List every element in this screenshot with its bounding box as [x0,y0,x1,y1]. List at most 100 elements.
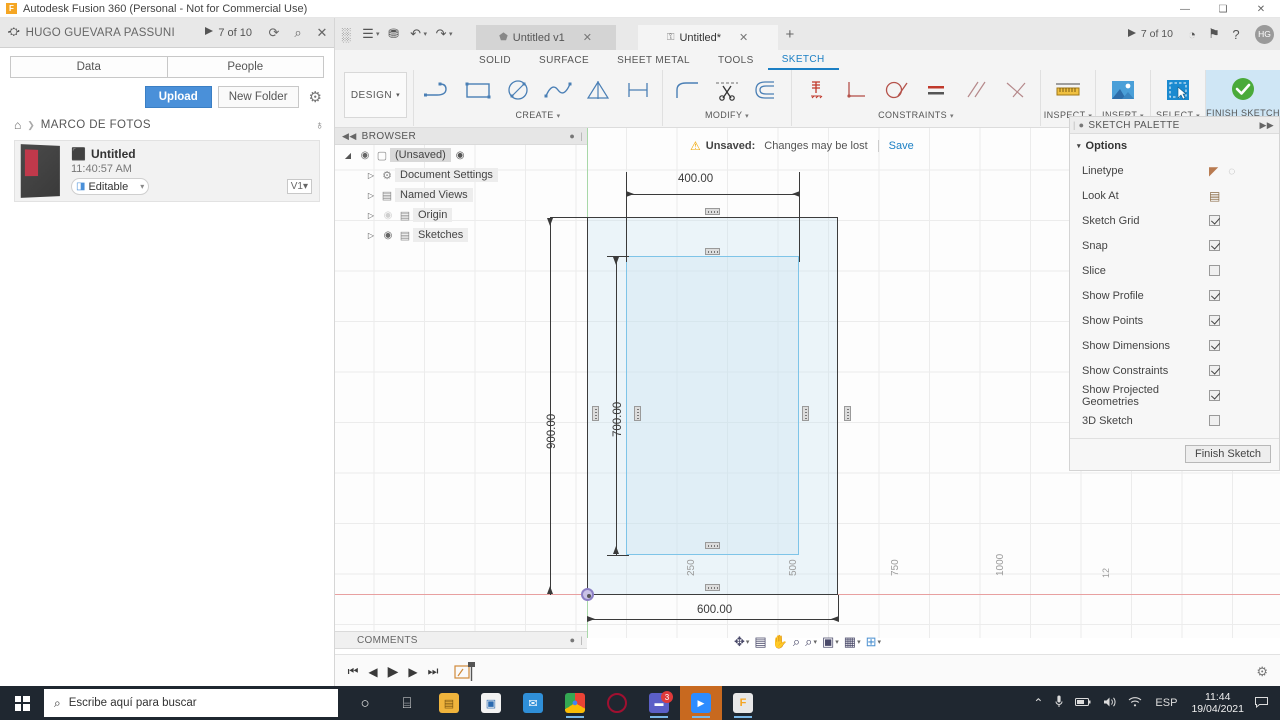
save-icon[interactable]: ⛃ [383,18,405,50]
horizontal-vertical-constraint-icon[interactable] [836,71,876,109]
checkbox-sketch-grid[interactable] [1209,215,1220,226]
tab-tools[interactable]: TOOLS [704,51,768,70]
microphone-icon[interactable] [1049,695,1069,711]
timeline-feature-sketch[interactable] [453,660,479,684]
insert-image-icon[interactable] [1100,71,1146,109]
constraint-glyph[interactable] [705,584,720,591]
minimize-button[interactable]: — [1166,0,1204,18]
tab-sheet-metal[interactable]: SHEET METAL [603,51,704,70]
dimension-400[interactable]: 400.00 [678,173,713,185]
browser-row-document-settings[interactable]: ▷ ⚙ Document Settings [335,165,587,185]
constraint-glyph[interactable] [844,406,851,421]
orbit-icon[interactable]: ✥ ▾ [732,634,751,650]
taskbar-app-mail[interactable]: ✉ [512,686,554,720]
checkbox-slice[interactable] [1209,265,1220,276]
expand-arrow-icon[interactable]: ▷ [363,231,379,240]
browser-row-sketches[interactable]: ▷ ◉ ▤ Sketches [335,225,587,245]
checkbox-show-dimensions[interactable] [1209,340,1220,351]
constraint-glyph[interactable] [802,406,809,421]
cortana-button[interactable]: ○ [344,686,386,720]
activate-component-icon[interactable]: ◉ [456,150,465,161]
trim-tool-icon[interactable] [707,71,747,109]
visibility-icon[interactable]: ◉ [379,210,397,221]
tab-solid[interactable]: SOLID [465,51,525,70]
chevron-down-icon[interactable]: ▾ [140,182,144,191]
checkbox-show-profile[interactable] [1209,290,1220,301]
list-item[interactable]: ⬛ Untitled 11:40:57 AM ◨ Editable ▾ V1▾ [14,140,320,202]
checkbox-3d-sketch[interactable] [1209,415,1220,426]
expand-arrow-icon[interactable]: ▷ [363,191,379,200]
browser-row-named-views[interactable]: ▷ ▤ Named Views [335,185,587,205]
grid-settings-icon[interactable]: ▦ ▾ [842,634,863,650]
search-input[interactable]: ⌕ Escribe aquí para buscar [44,689,338,717]
taskbar-app-microsoft-store[interactable]: ▣ [470,686,512,720]
viewports-icon[interactable]: ⊞ ▾ [864,634,883,650]
upload-button[interactable]: Upload [144,86,212,108]
centerline-linetype-icon[interactable]: ◌ [1228,164,1235,178]
display-settings-icon[interactable]: ▣ ▾ [820,634,841,650]
drag-handle-icon[interactable]: | [1070,120,1079,130]
parallel-constraint-icon[interactable] [956,71,996,109]
select-tool-icon[interactable] [1155,71,1201,109]
app-grid-icon[interactable]: ░ [335,18,357,50]
notification-bell-icon[interactable]: ⚑ [1203,18,1225,50]
constraint-glyph[interactable] [592,406,599,421]
resize-grip-icon[interactable]: | [580,131,587,141]
browser-menu-icon[interactable]: ● [569,131,580,141]
taskbar-app-fusion360[interactable]: F [722,686,764,720]
save-link[interactable]: Save [877,140,914,152]
home-icon[interactable]: ⌂ [14,118,21,132]
finish-sketch-button[interactable]: Finish Sketch [1184,445,1271,463]
chevron-down-icon[interactable]: ▾ [745,113,749,120]
document-tab-untitled[interactable]: ⚿ Untitled* ✕ [637,25,778,50]
dimension-900[interactable]: 900.00 [546,414,558,449]
step-back-button[interactable]: ◀ [363,665,383,679]
constraint-glyph[interactable] [705,208,720,215]
job-status-icon[interactable]: ◔ [1181,18,1203,50]
gear-icon[interactable]: ⚙ [305,88,326,106]
tangent-constraint-icon[interactable] [876,71,916,109]
new-tab-button[interactable]: + [778,27,803,42]
search-icon[interactable]: ⌕ [286,25,310,41]
go-to-end-button[interactable]: ⏭ [423,664,443,679]
checkbox-show-points[interactable] [1209,315,1220,326]
circle-tool-icon[interactable] [498,71,538,109]
look-at-icon[interactable]: ▤ [1209,189,1220,203]
rectangle-tool-icon[interactable] [458,71,498,109]
close-panel-icon[interactable]: ✕ [310,25,334,41]
clock[interactable]: 11:44 19/04/2021 [1184,691,1251,715]
taskbar-app-file-explorer[interactable]: ▤ [428,686,470,720]
timeline-settings-icon[interactable]: ⚙ [1256,664,1268,680]
start-button[interactable] [0,686,44,720]
wifi-icon[interactable] [1122,696,1148,710]
equal-constraint-icon[interactable] [916,71,956,109]
taskbar-app-zoom[interactable]: ▶ [680,686,722,720]
new-folder-button[interactable]: New Folder [217,86,299,108]
go-to-start-button[interactable]: ⏮ [343,664,363,679]
chevron-down-icon[interactable]: ▾ [424,30,428,38]
measure-tool-icon[interactable] [1045,71,1091,109]
tab-data[interactable]: Data [10,56,167,78]
browser-row-origin[interactable]: ▷ ◉ ▤ Origin [335,205,587,225]
finish-sketch-icon[interactable] [1220,70,1266,108]
construction-linetype-icon[interactable]: ◤ [1209,164,1218,178]
dimension-600[interactable]: 600.00 [697,604,732,616]
look-at-icon[interactable]: ▤ [752,634,768,650]
palette-section-options[interactable]: ▾ Options [1070,134,1279,158]
palette-menu-icon[interactable]: ● [1079,120,1085,130]
checkbox-show-constraints[interactable] [1209,365,1220,376]
visibility-icon[interactable]: ◉ [379,230,397,241]
tab-sketch[interactable]: SKETCH [767,51,839,70]
close-button[interactable]: ✕ [1242,0,1280,18]
dimension-700[interactable]: 700.00 [612,402,624,437]
fillet-tool-icon[interactable] [667,71,707,109]
constraint-glyph[interactable] [634,406,641,421]
checkbox-snap[interactable] [1209,240,1220,251]
rectangular-pattern-icon[interactable] [618,71,658,109]
show-hidden-icons-icon[interactable]: ⌃ [1027,696,1049,710]
zoom-window-icon[interactable]: ⌕ [791,634,802,650]
perpendicular-constraint-icon[interactable] [996,71,1036,109]
tab-people[interactable]: People [166,56,324,78]
collapse-icon[interactable]: ◀◀ [335,131,362,142]
sketch-dimension-icon[interactable] [796,71,836,109]
